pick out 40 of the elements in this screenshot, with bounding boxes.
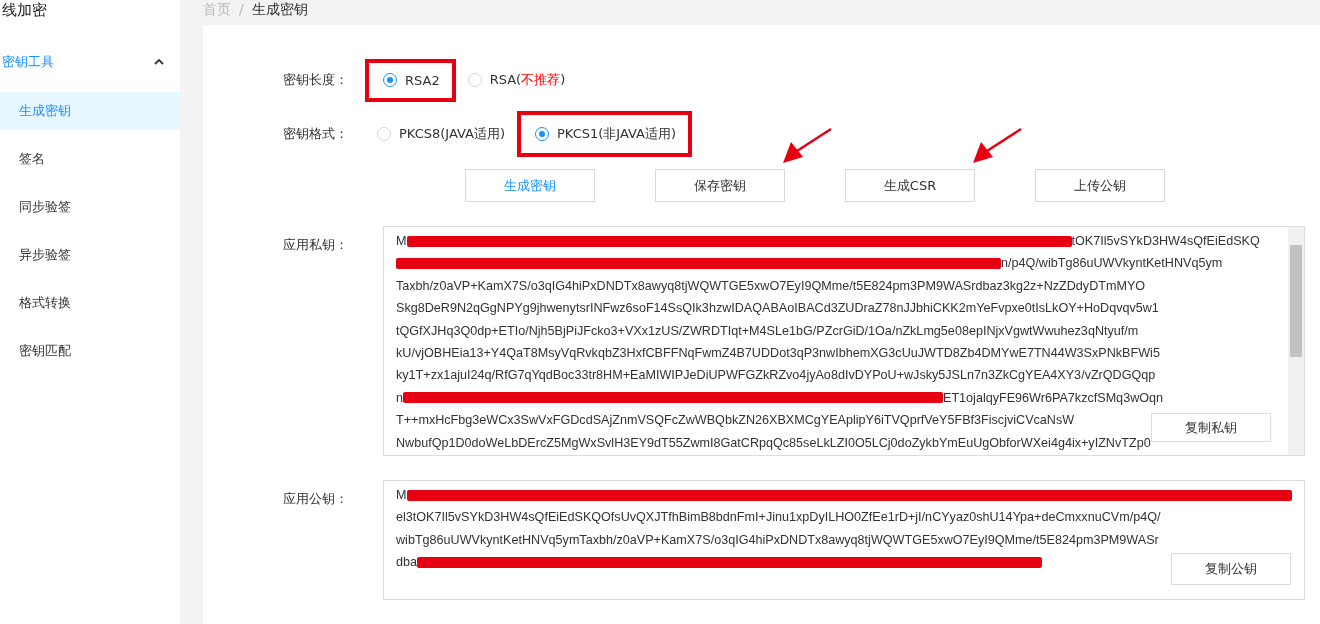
key-text-line: Taxbh/z0aVP+KamX7S/o3qIG4hiPxDNDTx8awyq8tjWQWTGE5xwO7EyI9QMme/t5E824pm3PM9WASrdbaz3kg2z+NzZDdyDTmMYO — [396, 277, 1146, 295]
key-text-line: el3tOK7Il5vSYkD3HW4sQfEiEdSKQOfsUvQXJTfhBimB8bdnFmI+Jinu1xpDyILHO0ZfEe1rD+jI/nCYyaz0shU14Ypa+deCmxxnuCVm/p4Q/ — [396, 509, 1161, 527]
sidebar-item[interactable]: 同步验签 — [0, 188, 180, 226]
field-label: 应用私钥： — [283, 236, 349, 254]
field-label: 密钥长度： — [283, 71, 349, 89]
action-button[interactable]: 保存密钥 — [655, 169, 785, 202]
field-label: 应用公钥： — [283, 490, 349, 508]
sidebar-item[interactable]: 异步验签 — [0, 236, 180, 274]
field-label: 密钥格式： — [283, 125, 349, 143]
action-button[interactable]: 上传公钥 — [1035, 169, 1165, 202]
key-text-line: dba — [396, 554, 417, 572]
sidebar-item[interactable]: 签名 — [0, 140, 180, 178]
sidebar-item[interactable]: 格式转换 — [0, 284, 180, 322]
sidebar-item[interactable]: 密钥匹配 — [0, 332, 180, 370]
key-text-line: kU/vjOBHEia13+Y4QaT8MsyVqRvkqbZ3HxfCBFFNqFwmZ4B7UDDot3qP3nwIbhemXG3cUuJWTD8Zb4DMYwE7TN44W3SxPNkBFWi5 — [396, 344, 1160, 362]
key-textarea[interactable] — [383, 226, 1305, 456]
key-textarea[interactable] — [383, 480, 1305, 600]
radio-option[interactable]: PKCS1(非JAVA适用) — [517, 111, 693, 157]
radio-option[interactable]: PKCS8(JAVA适用) — [365, 111, 518, 157]
app-title: 线加密 — [2, 0, 48, 21]
key-text-line: ET1ojalqyFE96Wr6PA7kzcfSMq3wOqn — [943, 389, 1164, 407]
radio-option[interactable]: RSA(不推荐) — [455, 57, 578, 103]
breadcrumb-separator: / — [239, 0, 244, 18]
action-button[interactable]: 生成CSR — [845, 169, 975, 202]
key-text-line: T++mxHcFbg3eWCx3SwVxFGDcdSAjZnmVSQFcZwWBQbkZN26XBXMCgYEAplipY6iTVQprfVeY5FBf3FiscjviCVcaNsW — [396, 412, 1075, 430]
key-text-line: M — [396, 233, 407, 250]
key-text-line: M — [396, 487, 407, 504]
key-text-line: wibTg86uUWVkyntKetHNVq5ymTaxbh/z0aVP+KamX7S/o3qIG4hiPxDNDTx8awyq8tjWQWTGE5xwO7EyI9QMme/t5E824pm3PM9WASr — [396, 531, 1159, 549]
breadcrumb-item: 生成密钥 — [251, 0, 308, 18]
key-text-line: Skg8DeR9N2qGgNPYg9jhwenytsrINFwz6soF14SsQIk3hzwIDAQABAoIBACd3ZUDraZ78nJJbhiCKK2mYeFvpxe0tIsLkOY+HoDqvqv5w1 — [396, 300, 1159, 318]
scrollbar[interactable] — [1288, 227, 1304, 455]
key-text-line: n/p4Q/wibTg86uUWVkyntKetHNVq5ym — [1001, 255, 1223, 273]
copy-button[interactable]: 复制私钥 — [1151, 413, 1271, 442]
radio-option[interactable]: RSA2 — [365, 58, 456, 102]
key-text-line: tQGfXJHq3Q0dp+ETIo/Njh5BjPiJFcko3+VXx1zUS/ZWRDTIqt+M4SLe1bG/PZcrGiD/1Oa/nZkLmg5e08epINjxVgwtWwuhez3qNtyuf/m — [396, 322, 1139, 340]
key-text-line: n — [396, 389, 403, 407]
key-text-line: NwbufQp1D0doWeLbDErcZ5MgWxSvlH3EY9dT55ZwmI8GatCRpqQc85seLkLZI0O5LCj0doZykbYmEuUgObforWXei4g4ix+yIZNvTZp0 — [396, 434, 1151, 452]
chevron-icon — [154, 59, 164, 65]
key-text-line: ky1T+zx1ajuI24q/RfG7qYqdBoc33tr8HM+EaMIWIPJeDiUPWFGZkRZvo4jyAo8dIvDYPoU+wJsky5JSLn7n3ZkCgYEA4XY3/vZrQDGQqp — [396, 367, 1156, 385]
copy-button[interactable]: 复制公钥 — [1171, 553, 1291, 585]
